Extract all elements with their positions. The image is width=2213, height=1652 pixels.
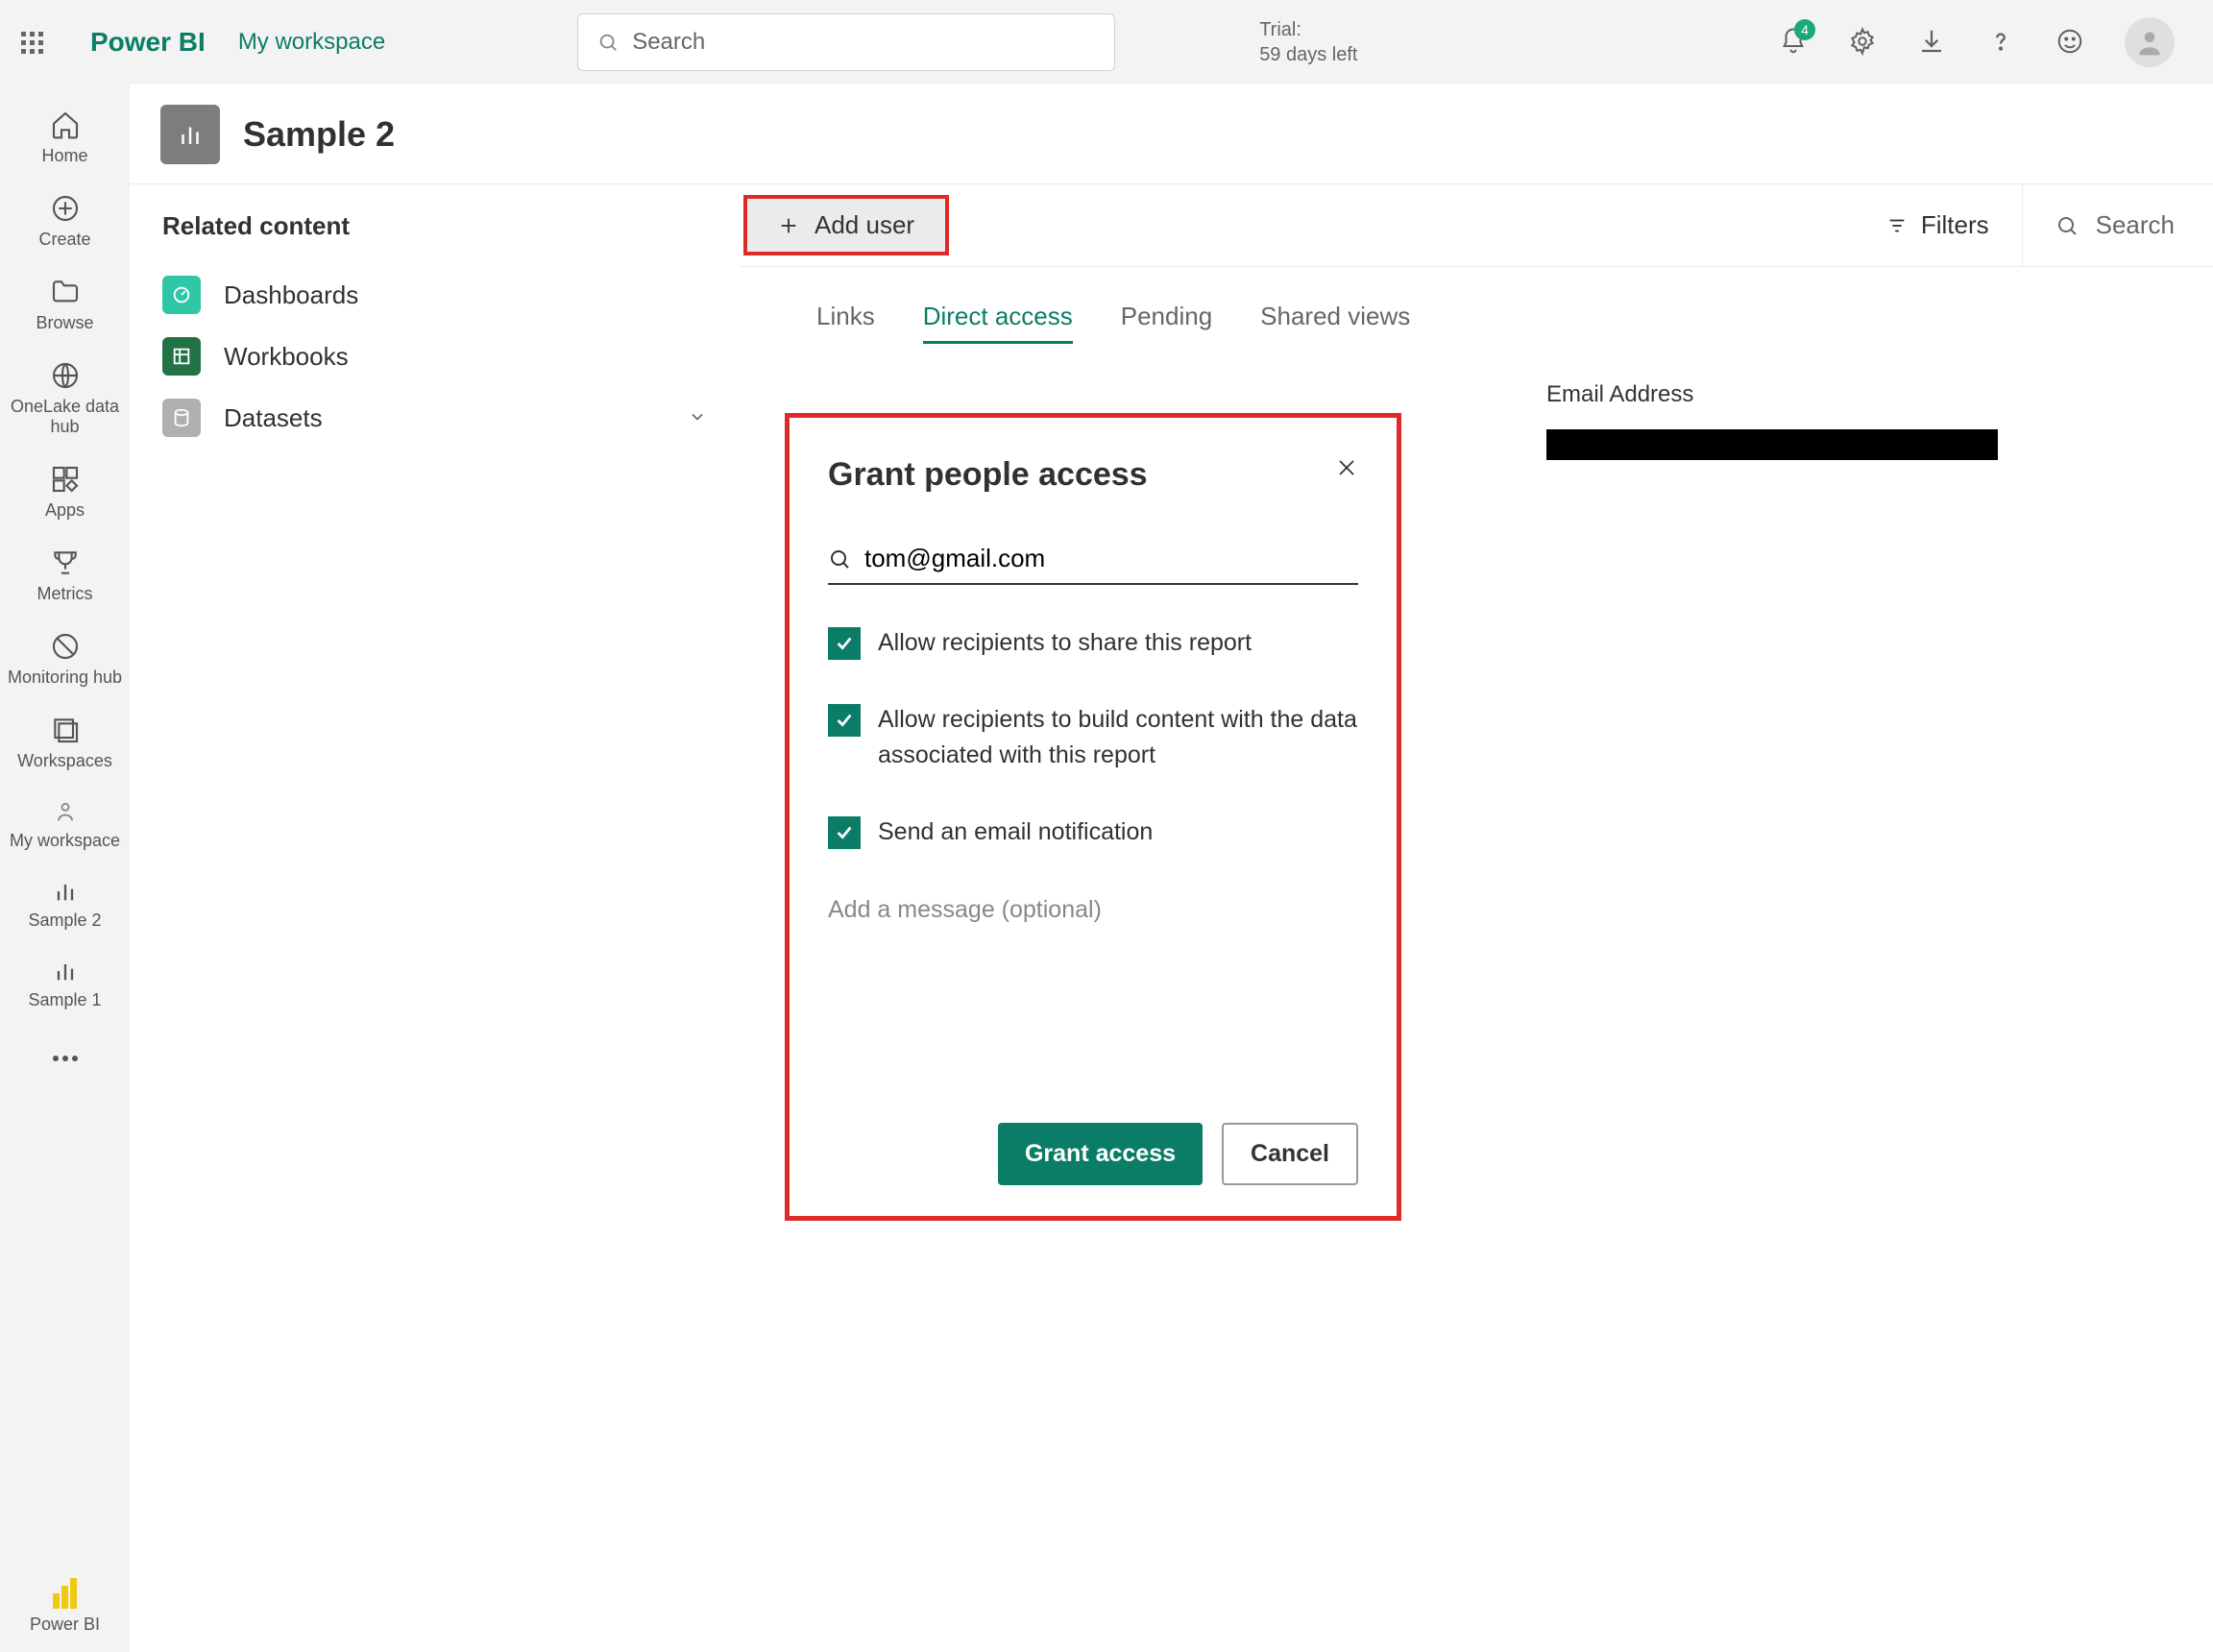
trophy-icon (50, 547, 81, 578)
powerbi-logo-icon (53, 1578, 78, 1609)
cancel-button[interactable]: Cancel (1222, 1123, 1358, 1185)
dialog-close-button[interactable] (1335, 456, 1358, 482)
option-allow-build[interactable]: Allow recipients to build content with t… (828, 702, 1358, 774)
redacted-email-cell (1546, 429, 1998, 460)
global-search[interactable]: Search (577, 13, 1115, 71)
recipient-input[interactable] (864, 544, 1358, 573)
nav-footer[interactable]: Power BI (30, 1578, 100, 1652)
nav-apps[interactable]: Apps (0, 454, 130, 538)
notifications-button[interactable]: 4 (1779, 27, 1808, 59)
option-allow-share[interactable]: Allow recipients to share this report (828, 625, 1358, 662)
tab-shared-views[interactable]: Shared views (1260, 302, 1410, 344)
nav-browse[interactable]: Browse (0, 267, 130, 351)
related-content-panel: Related content Dashboards Workbooks Dat… (130, 184, 740, 1652)
nav-my-workspace[interactable]: My workspace (0, 789, 130, 868)
search-icon (828, 547, 851, 571)
title-bar: Sample 2 (130, 85, 2213, 184)
nav-monitoring[interactable]: Monitoring hub (0, 621, 130, 705)
message-field[interactable]: Add a message (optional) (828, 896, 1358, 924)
trial-status: Trial: 59 days left (1259, 17, 1357, 67)
permissions-tabs: Links Direct access Pending Shared views (740, 267, 2213, 358)
search-icon (597, 32, 619, 53)
bars-icon (52, 878, 79, 905)
workspace-breadcrumb[interactable]: My workspace (238, 29, 385, 56)
nav-more[interactable] (0, 1028, 130, 1085)
nav-home[interactable]: Home (0, 100, 130, 183)
dialog-title: Grant people access (828, 456, 1148, 494)
nav-sample-1[interactable]: Sample 1 (0, 948, 130, 1028)
filters-button[interactable]: Filters (1854, 210, 2022, 240)
account-avatar[interactable] (2125, 17, 2175, 67)
checkbox-checked-icon[interactable] (828, 627, 861, 660)
permissions-toolbar: Add user Filters Search (740, 184, 2213, 267)
option-send-email[interactable]: Send an email notification (828, 814, 1358, 851)
apps-icon (50, 464, 81, 495)
nav-sample-2[interactable]: Sample 2 (0, 868, 130, 948)
related-workbooks[interactable]: Workbooks (162, 326, 707, 387)
download-icon (1917, 27, 1946, 56)
ellipsis-icon (52, 1055, 79, 1062)
add-user-button[interactable]: Add user (743, 195, 949, 255)
chevron-down-icon (688, 403, 707, 433)
person-small-icon (52, 798, 79, 825)
close-icon (1335, 456, 1358, 479)
report-type-chip (160, 105, 220, 164)
gear-icon (1848, 27, 1877, 56)
related-dashboards[interactable]: Dashboards (162, 264, 707, 326)
column-email-header: Email Address (1546, 381, 2213, 429)
workspaces-icon (50, 715, 81, 745)
globe-icon (50, 360, 81, 391)
help-button[interactable] (1986, 27, 2015, 59)
global-search-placeholder: Search (632, 29, 705, 56)
checkbox-checked-icon[interactable] (828, 704, 861, 737)
feedback-button[interactable] (2055, 27, 2084, 59)
tab-pending[interactable]: Pending (1121, 302, 1212, 344)
dataset-icon (162, 399, 201, 437)
tab-links[interactable]: Links (816, 302, 875, 344)
nav-workspaces[interactable]: Workspaces (0, 705, 130, 789)
tab-direct-access[interactable]: Direct access (923, 302, 1073, 344)
top-header: Power BI My workspace Search Trial: 59 d… (0, 0, 2213, 85)
recipient-search-field[interactable] (828, 544, 1358, 585)
related-content-heading: Related content (162, 211, 707, 241)
permissions-search[interactable]: Search (2022, 184, 2213, 266)
home-icon (50, 109, 81, 140)
bars-icon (52, 958, 79, 984)
search-icon (2055, 214, 2079, 237)
download-button[interactable] (1917, 27, 1946, 59)
folder-icon (50, 277, 81, 307)
grant-access-button[interactable]: Grant access (998, 1123, 1203, 1185)
person-icon (2134, 27, 2165, 58)
nav-create[interactable]: Create (0, 183, 130, 267)
left-nav-rail: Home Create Browse OneLake data hub Apps… (0, 85, 130, 1652)
checkbox-checked-icon[interactable] (828, 816, 861, 849)
nav-onelake[interactable]: OneLake data hub (0, 351, 130, 454)
grant-access-dialog: Grant people access Allow recipients to … (785, 413, 1401, 1221)
monitor-icon (50, 631, 81, 662)
nav-metrics[interactable]: Metrics (0, 538, 130, 621)
brand-label: Power BI (90, 27, 206, 58)
related-datasets[interactable]: Datasets (162, 387, 707, 449)
plus-circle-icon (50, 193, 81, 224)
notification-badge: 4 (1794, 19, 1815, 40)
workbook-icon (162, 337, 201, 376)
dashboard-icon (162, 276, 201, 314)
page-title: Sample 2 (243, 114, 395, 155)
filter-icon (1886, 215, 1908, 236)
report-icon (176, 120, 205, 149)
smiley-icon (2055, 27, 2084, 56)
plus-icon (778, 215, 799, 236)
settings-button[interactable] (1848, 27, 1877, 59)
app-launcher-icon[interactable] (21, 32, 42, 53)
help-icon (1986, 27, 2015, 56)
